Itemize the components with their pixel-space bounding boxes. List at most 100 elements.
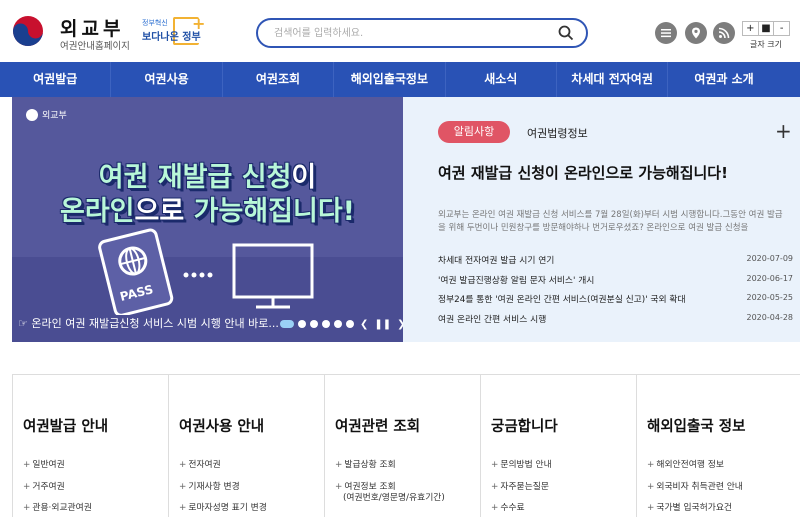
main-nav: 여권발급 여권사용 여권조회 해외입출국정보 새소식 차세대 전자여권 여권과 … (0, 62, 800, 97)
nav-item-next-gen-passport[interactable]: 차세대 전자여권 (557, 62, 669, 97)
news-item-date: 2020-05-25 (746, 293, 794, 302)
quick-link[interactable]: + 수수료 (491, 498, 552, 517)
quick-link[interactable]: + 로마자성명 표기 변경 (179, 498, 267, 517)
list-item[interactable]: 여권 온라인 간편 서비스 시행 2020-04-28 (438, 311, 793, 331)
quick-col-inquiry: 여권관련 조회 + 발급상황 조회 + 여권정보 조회 (여권번호/영문명/유효기간… (324, 375, 480, 517)
quick-link[interactable]: + 해외안전여행 정보 (647, 455, 743, 477)
search-box (256, 18, 588, 48)
passport-to-monitor-illustration: PASS (98, 228, 314, 315)
banner-headline-line2: 온라인으로 가능해집니다! (12, 189, 403, 228)
gov-logo-small: 정부혁신 (142, 19, 168, 27)
quick-link[interactable]: + 문의방법 안내 (491, 455, 552, 477)
site-header: 외교부 여권안내홈페이지 + 정부혁신 보다나은 정부 + ■ - 글자 크기 (0, 0, 800, 62)
quick-col-title[interactable]: 여권사용 안내 (179, 415, 264, 436)
news-item-date: 2020-04-28 (746, 312, 794, 322)
quick-col-overseas: 해외입출국 정보 + 해외안전여행 정보 + 외국비자 취득관련 안내 + 국가별 입… (636, 375, 792, 517)
font-size-decrease-button[interactable]: - (774, 22, 789, 35)
quick-link-label: 기재사항 변경 (188, 481, 240, 492)
font-size-label: 글자 크기 (750, 40, 782, 49)
banner-pager: ❮ ❚❚ ❯ (280, 317, 403, 331)
news-item-title[interactable]: 차세대 전자여권 발급 시기 연기 (438, 253, 738, 266)
font-size-controls: + ■ - (742, 21, 790, 36)
menu-icon[interactable] (655, 22, 677, 44)
location-pin-icon[interactable] (685, 22, 707, 44)
quick-col-title[interactable]: 궁금합니다 (491, 415, 558, 436)
quick-link-label: 전자여권 (188, 460, 221, 470)
quick-link[interactable]: + 자주묻는질문 (491, 477, 552, 499)
banner-headline-part: 가능해집니다! (184, 196, 355, 227)
banner-headline-part: 으로 (134, 196, 185, 227)
news-item-date: 2020-06-17 (746, 273, 794, 283)
quick-link-label: 해외안전여행 정보 (656, 460, 724, 470)
banner-caption-link[interactable]: ☞ 온라인 여권 재발급신청 서비스 시범 시행 안내 바로... (18, 315, 288, 331)
logo-title: 외교부 (60, 18, 125, 40)
gov-logo-big: 보다나은 정부 (142, 32, 201, 43)
quick-col-title[interactable]: 해외입출국 정보 (647, 415, 745, 436)
quick-col-list: + 문의방법 안내 + 자주묻는질문 + 수수료 (491, 455, 552, 517)
pager-dot[interactable] (298, 320, 306, 328)
quick-col-use: 여권사용 안내 + 전자여권 + 기재사항 변경 + 로마자성명 표기 변경 (168, 375, 324, 517)
pager-dot-active[interactable] (280, 320, 294, 328)
news-item-title[interactable]: '여권 발급진행상황 알림 문자 서비스' 개시 (438, 273, 738, 286)
quick-menu: 여권발급 안내 + 일반여권 + 거주여권 + 관용·외교관여권 여권사용 안내 + 전… (12, 374, 800, 517)
news-headline[interactable]: 여권 재발급 신청이 온라인으로 가능해집니다! (438, 162, 728, 183)
pager-pause-icon[interactable]: ❚❚ (374, 319, 391, 330)
list-item[interactable]: '여권 발급진행상황 알림 문자 서비스' 개시 2020-06-17 (438, 272, 793, 292)
main-banner[interactable]: 외교부 여권 재발급 신청이 온라인으로 가능해집니다! PASS ☞ 온라인 … (12, 97, 403, 342)
nav-item-about[interactable]: 여권과 소개 (668, 62, 779, 97)
quick-link[interactable]: + 일반여권 (23, 455, 92, 477)
more-plus-icon[interactable]: + (775, 119, 792, 143)
news-item-title[interactable]: 여권 온라인 간편 서비스 시행 (438, 312, 738, 325)
quick-link[interactable]: + 기재사항 변경 (179, 477, 267, 499)
nav-item-passport-use[interactable]: 여권사용 (111, 62, 223, 97)
quick-col-title[interactable]: 여권발급 안내 (23, 415, 108, 436)
nav-item-passport-issuance[interactable]: 여권발급 (0, 62, 112, 97)
quick-link-label: 관용·외교관여권 (32, 503, 92, 513)
quick-link[interactable]: + 거주여권 (23, 477, 92, 499)
site-logo[interactable]: 외교부 여권안내홈페이지 (12, 12, 132, 52)
pager-prev-icon[interactable]: ❮ (360, 319, 368, 330)
search-icon[interactable] (558, 25, 574, 41)
quick-link-label: 거주여권 (32, 481, 65, 492)
quick-col-list: + 해외안전여행 정보 + 외국비자 취득관련 안내 + 국가별 입국허가요건 (647, 455, 743, 517)
list-item[interactable]: 정부24를 통한 '여권 온라인 간편 서비스(여권분실 신고)' 국외 확대 … (438, 291, 793, 311)
quick-link[interactable]: + 국가별 입국허가요건 (647, 498, 743, 517)
quick-link-sublabel: (여권번호/영문명/유효기간) (343, 493, 445, 503)
banner-logo-text: 외교부 (42, 111, 67, 121)
nav-item-passport-inquiry[interactable]: 여권조회 (223, 62, 335, 97)
quick-col-list: + 일반여권 + 거주여권 + 관용·외교관여권 (23, 455, 92, 517)
search-input[interactable] (274, 24, 554, 42)
gov-innovation-logo[interactable]: + 정부혁신 보다나은 정부 (140, 14, 205, 46)
quick-link[interactable]: + 관용·외교관여권 (23, 498, 92, 517)
nav-item-overseas-travel[interactable]: 해외입출국정보 (334, 62, 446, 97)
rss-icon[interactable] (713, 22, 735, 44)
quick-link-label: 국가별 입국허가요건 (656, 503, 733, 513)
quick-link[interactable]: + 발급상황 조회 (335, 455, 445, 477)
quick-col-title[interactable]: 여권관련 조회 (335, 415, 420, 436)
pager-dot[interactable] (322, 320, 330, 328)
font-size-increase-button[interactable]: + (743, 22, 759, 35)
tab-notices[interactable]: 알림사항 (438, 121, 510, 143)
banner-logo-mark-icon (26, 109, 38, 121)
font-size-default-button[interactable]: ■ (759, 22, 775, 35)
quick-link[interactable]: + 전자여권 (179, 455, 267, 477)
logo-subtitle: 여권안내홈페이지 (60, 41, 130, 52)
news-list: 차세대 전자여권 발급 시기 연기 2020-07-09 '여권 발급진행상황 … (438, 252, 793, 330)
pager-dot[interactable] (310, 320, 318, 328)
quick-col-list: + 전자여권 + 기재사항 변경 + 로마자성명 표기 변경 (179, 455, 267, 517)
quick-col-list: + 발급상황 조회 + 여권정보 조회 (여권번호/영문명/유효기간) (335, 455, 445, 504)
tab-passport-law[interactable]: 여권법령정보 (527, 125, 588, 141)
quick-link-label: 수수료 (500, 503, 525, 513)
quick-link-label: 일반여권 (32, 460, 65, 470)
news-item-title[interactable]: 정부24를 통한 '여권 온라인 간편 서비스(여권분실 신고)' 국외 확대 (438, 292, 738, 305)
news-item-date: 2020-07-09 (746, 254, 794, 263)
news-panel: 알림사항 여권법령정보 + 여권 재발급 신청이 온라인으로 가능해집니다! 외… (403, 97, 800, 342)
quick-link-label: 로마자성명 표기 변경 (188, 503, 267, 513)
banner-headline-part: 온라인 (60, 196, 135, 227)
pager-dot[interactable] (346, 320, 354, 328)
nav-item-news[interactable]: 새소식 (446, 62, 557, 97)
quick-link[interactable]: + 외국비자 취득관련 안내 (647, 477, 743, 499)
news-summary[interactable]: 외교부는 온라인 여권 재발급 신청 서비스를 7월 28일(화)부터 시범 시… (438, 209, 790, 235)
list-item[interactable]: 차세대 전자여권 발급 시기 연기 2020-07-09 (438, 252, 793, 272)
pager-dot[interactable] (334, 320, 342, 328)
